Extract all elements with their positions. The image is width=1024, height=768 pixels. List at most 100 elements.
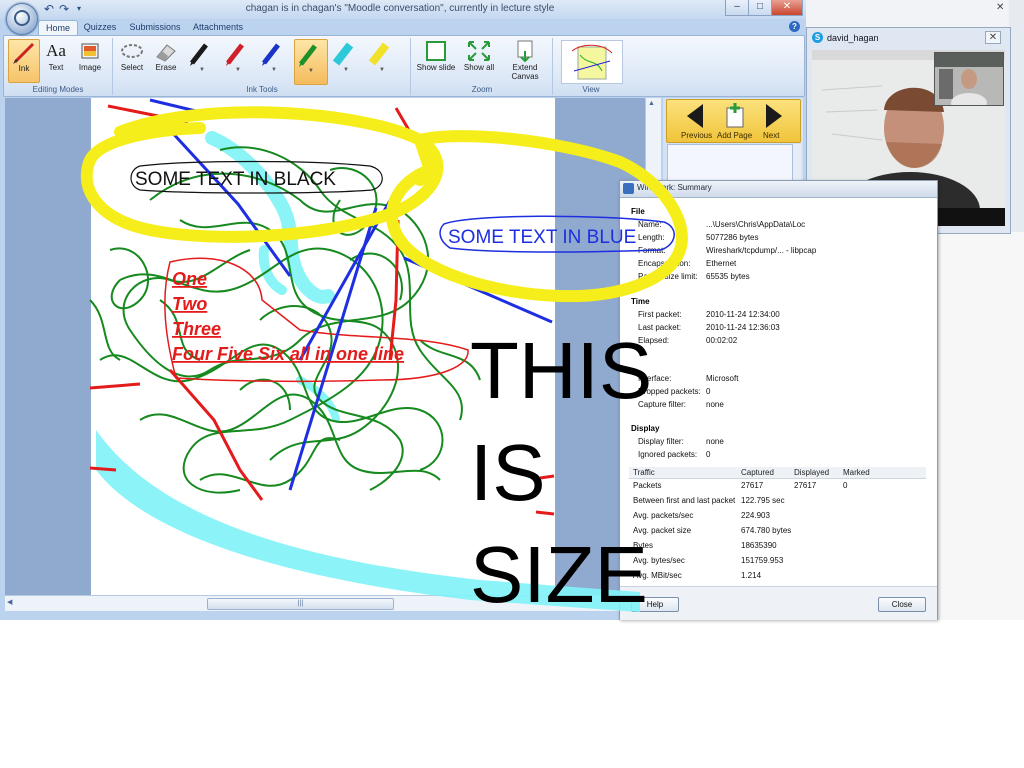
text-mode-label: Text xyxy=(48,63,64,72)
redo-icon[interactable]: ↷ xyxy=(57,2,71,16)
row-value: 0 xyxy=(706,387,711,396)
tab-attachments[interactable]: Attachments xyxy=(189,20,247,36)
maximize-button[interactable]: □ xyxy=(748,0,772,16)
view-thumbnail[interactable] xyxy=(561,40,623,84)
row-label: Interface: xyxy=(638,374,672,383)
row-label: Last packet: xyxy=(638,323,682,332)
show-slide-button[interactable]: Show slide xyxy=(414,39,458,81)
dropdown-arrow-icon[interactable]: ▼ xyxy=(258,67,290,73)
window-title: chagan is in chagan's "Moodle conversati… xyxy=(245,3,555,14)
close-icon[interactable]: ✕ xyxy=(985,31,1001,44)
dropdown-arrow-icon[interactable]: ▼ xyxy=(330,67,362,73)
pen-black-button[interactable]: ▼ xyxy=(186,39,218,83)
scroll-up-icon[interactable]: ▲ xyxy=(648,100,655,107)
table-cell: 27617 xyxy=(794,481,817,490)
table-cell: Avg. bytes/sec xyxy=(633,556,685,565)
text-mode-button[interactable]: Aa Text xyxy=(42,39,70,81)
table-cell: Avg. packets/sec xyxy=(633,511,694,520)
dropdown-arrow-icon[interactable]: ▼ xyxy=(295,68,327,74)
group-label-zoom: Zoom xyxy=(471,85,493,94)
highlighter-cyan-icon xyxy=(330,39,356,67)
row-label: Encapsulation: xyxy=(638,259,691,268)
table-cell: 674.780 bytes xyxy=(741,526,792,535)
help-icon[interactable]: ? xyxy=(789,21,800,32)
pen-blue-icon xyxy=(258,39,284,67)
dropdown-arrow-icon[interactable]: ▼ xyxy=(366,67,398,73)
table-cell: Bytes xyxy=(633,541,654,550)
next-arrow-icon[interactable] xyxy=(762,102,786,133)
group-label-ink-tools: Ink Tools xyxy=(246,85,278,94)
add-page-button[interactable]: Add Page xyxy=(717,131,752,140)
minimize-button[interactable]: – xyxy=(725,0,749,16)
previous-button[interactable]: Previous xyxy=(681,131,712,140)
highlighter-cyan-button[interactable]: ▼ xyxy=(330,39,362,83)
pen-red-icon xyxy=(222,39,248,67)
lasso-icon xyxy=(119,39,145,63)
section-time: Time xyxy=(631,297,650,306)
table-cell: Avg. packet size xyxy=(633,526,692,535)
show-all-button[interactable]: Show all xyxy=(459,39,499,81)
pen-blue-button[interactable]: ▼ xyxy=(258,39,290,83)
row-value: none xyxy=(706,400,724,409)
group-editing-modes: Ink Aa Text Image Editing Modes xyxy=(4,38,113,95)
ink-mode-button[interactable]: Ink xyxy=(8,39,40,83)
next-button[interactable]: Next xyxy=(763,131,779,140)
table-cell: 224.903 xyxy=(741,511,770,520)
group-view: View xyxy=(554,38,628,95)
undo-icon[interactable]: ↶ xyxy=(42,2,56,16)
pen-green-icon xyxy=(295,40,321,68)
application-menu-button[interactable] xyxy=(6,3,38,35)
bg-close-icon[interactable]: ✕ xyxy=(996,2,1004,13)
highlighter-yellow-button[interactable]: ▼ xyxy=(366,39,398,83)
dropdown-arrow-icon[interactable]: ▼ xyxy=(222,67,254,73)
column-header[interactable]: Captured xyxy=(741,468,774,477)
image-mode-label: Image xyxy=(78,63,102,72)
tab-submissions[interactable]: Submissions xyxy=(126,20,184,36)
help-button[interactable]: Help xyxy=(631,597,679,612)
table-cell: 122.795 sec xyxy=(741,496,785,505)
self-view-image xyxy=(935,53,1003,113)
image-mode-button[interactable]: Image xyxy=(74,39,106,81)
pen-icon xyxy=(11,40,37,64)
scrollbar-thumb[interactable]: ||| xyxy=(207,598,394,610)
row-label: First packet: xyxy=(638,310,682,319)
row-label: Display filter: xyxy=(638,437,684,446)
row-value: 2010-11-24 12:34:00 xyxy=(706,310,780,319)
app-logo-icon xyxy=(14,10,30,26)
erase-button[interactable]: Erase xyxy=(150,39,182,81)
column-header[interactable]: Traffic xyxy=(633,468,655,477)
extend-canvas-label: Extend Canvas xyxy=(511,63,539,81)
select-button[interactable]: Select xyxy=(116,39,148,81)
close-button[interactable]: Close xyxy=(878,597,926,612)
slide-canvas[interactable] xyxy=(91,98,555,595)
previous-arrow-icon[interactable] xyxy=(683,102,707,133)
close-window-button[interactable]: ✕ xyxy=(771,0,803,16)
horizontal-scrollbar[interactable]: ◀ ||| xyxy=(5,595,660,611)
dialog-footer: Help Close xyxy=(620,586,937,620)
row-label: Length: xyxy=(638,233,665,242)
add-page-icon[interactable] xyxy=(725,102,745,131)
extend-canvas-icon xyxy=(512,39,538,63)
row-value: 5077286 bytes xyxy=(706,233,759,242)
row-label: Capture filter: xyxy=(638,400,687,409)
dropdown-arrow-icon[interactable]: ▼ xyxy=(186,67,218,73)
pen-red-button[interactable]: ▼ xyxy=(222,39,254,83)
row-value: 65535 bytes xyxy=(706,272,750,281)
expand-arrows-icon xyxy=(466,39,492,63)
extend-canvas-button[interactable]: Extend Canvas xyxy=(500,39,550,81)
column-header[interactable]: Displayed xyxy=(794,468,829,477)
pen-green-button[interactable]: ▼ xyxy=(294,39,328,85)
qat-dropdown-icon[interactable]: ▾ xyxy=(72,2,86,16)
column-header[interactable]: Marked xyxy=(843,468,870,477)
scroll-left-icon[interactable]: ◀ xyxy=(7,598,12,606)
row-label: Format: xyxy=(638,246,666,255)
ribbon-tab-row: Home Quizzes Submissions Attachments xyxy=(0,19,806,37)
title-bar: ↶ ↷ ▾ chagan is in chagan's "Moodle conv… xyxy=(0,0,806,20)
dialog-title-bar: Wireshark: Summary xyxy=(620,181,937,198)
self-view[interactable] xyxy=(934,52,1004,113)
show-all-label: Show all xyxy=(463,63,495,72)
tab-quizzes[interactable]: Quizzes xyxy=(80,20,120,36)
table-cell: 151759.953 xyxy=(741,556,784,565)
row-value: Microsoft xyxy=(706,374,739,383)
section-file: File xyxy=(631,207,645,216)
